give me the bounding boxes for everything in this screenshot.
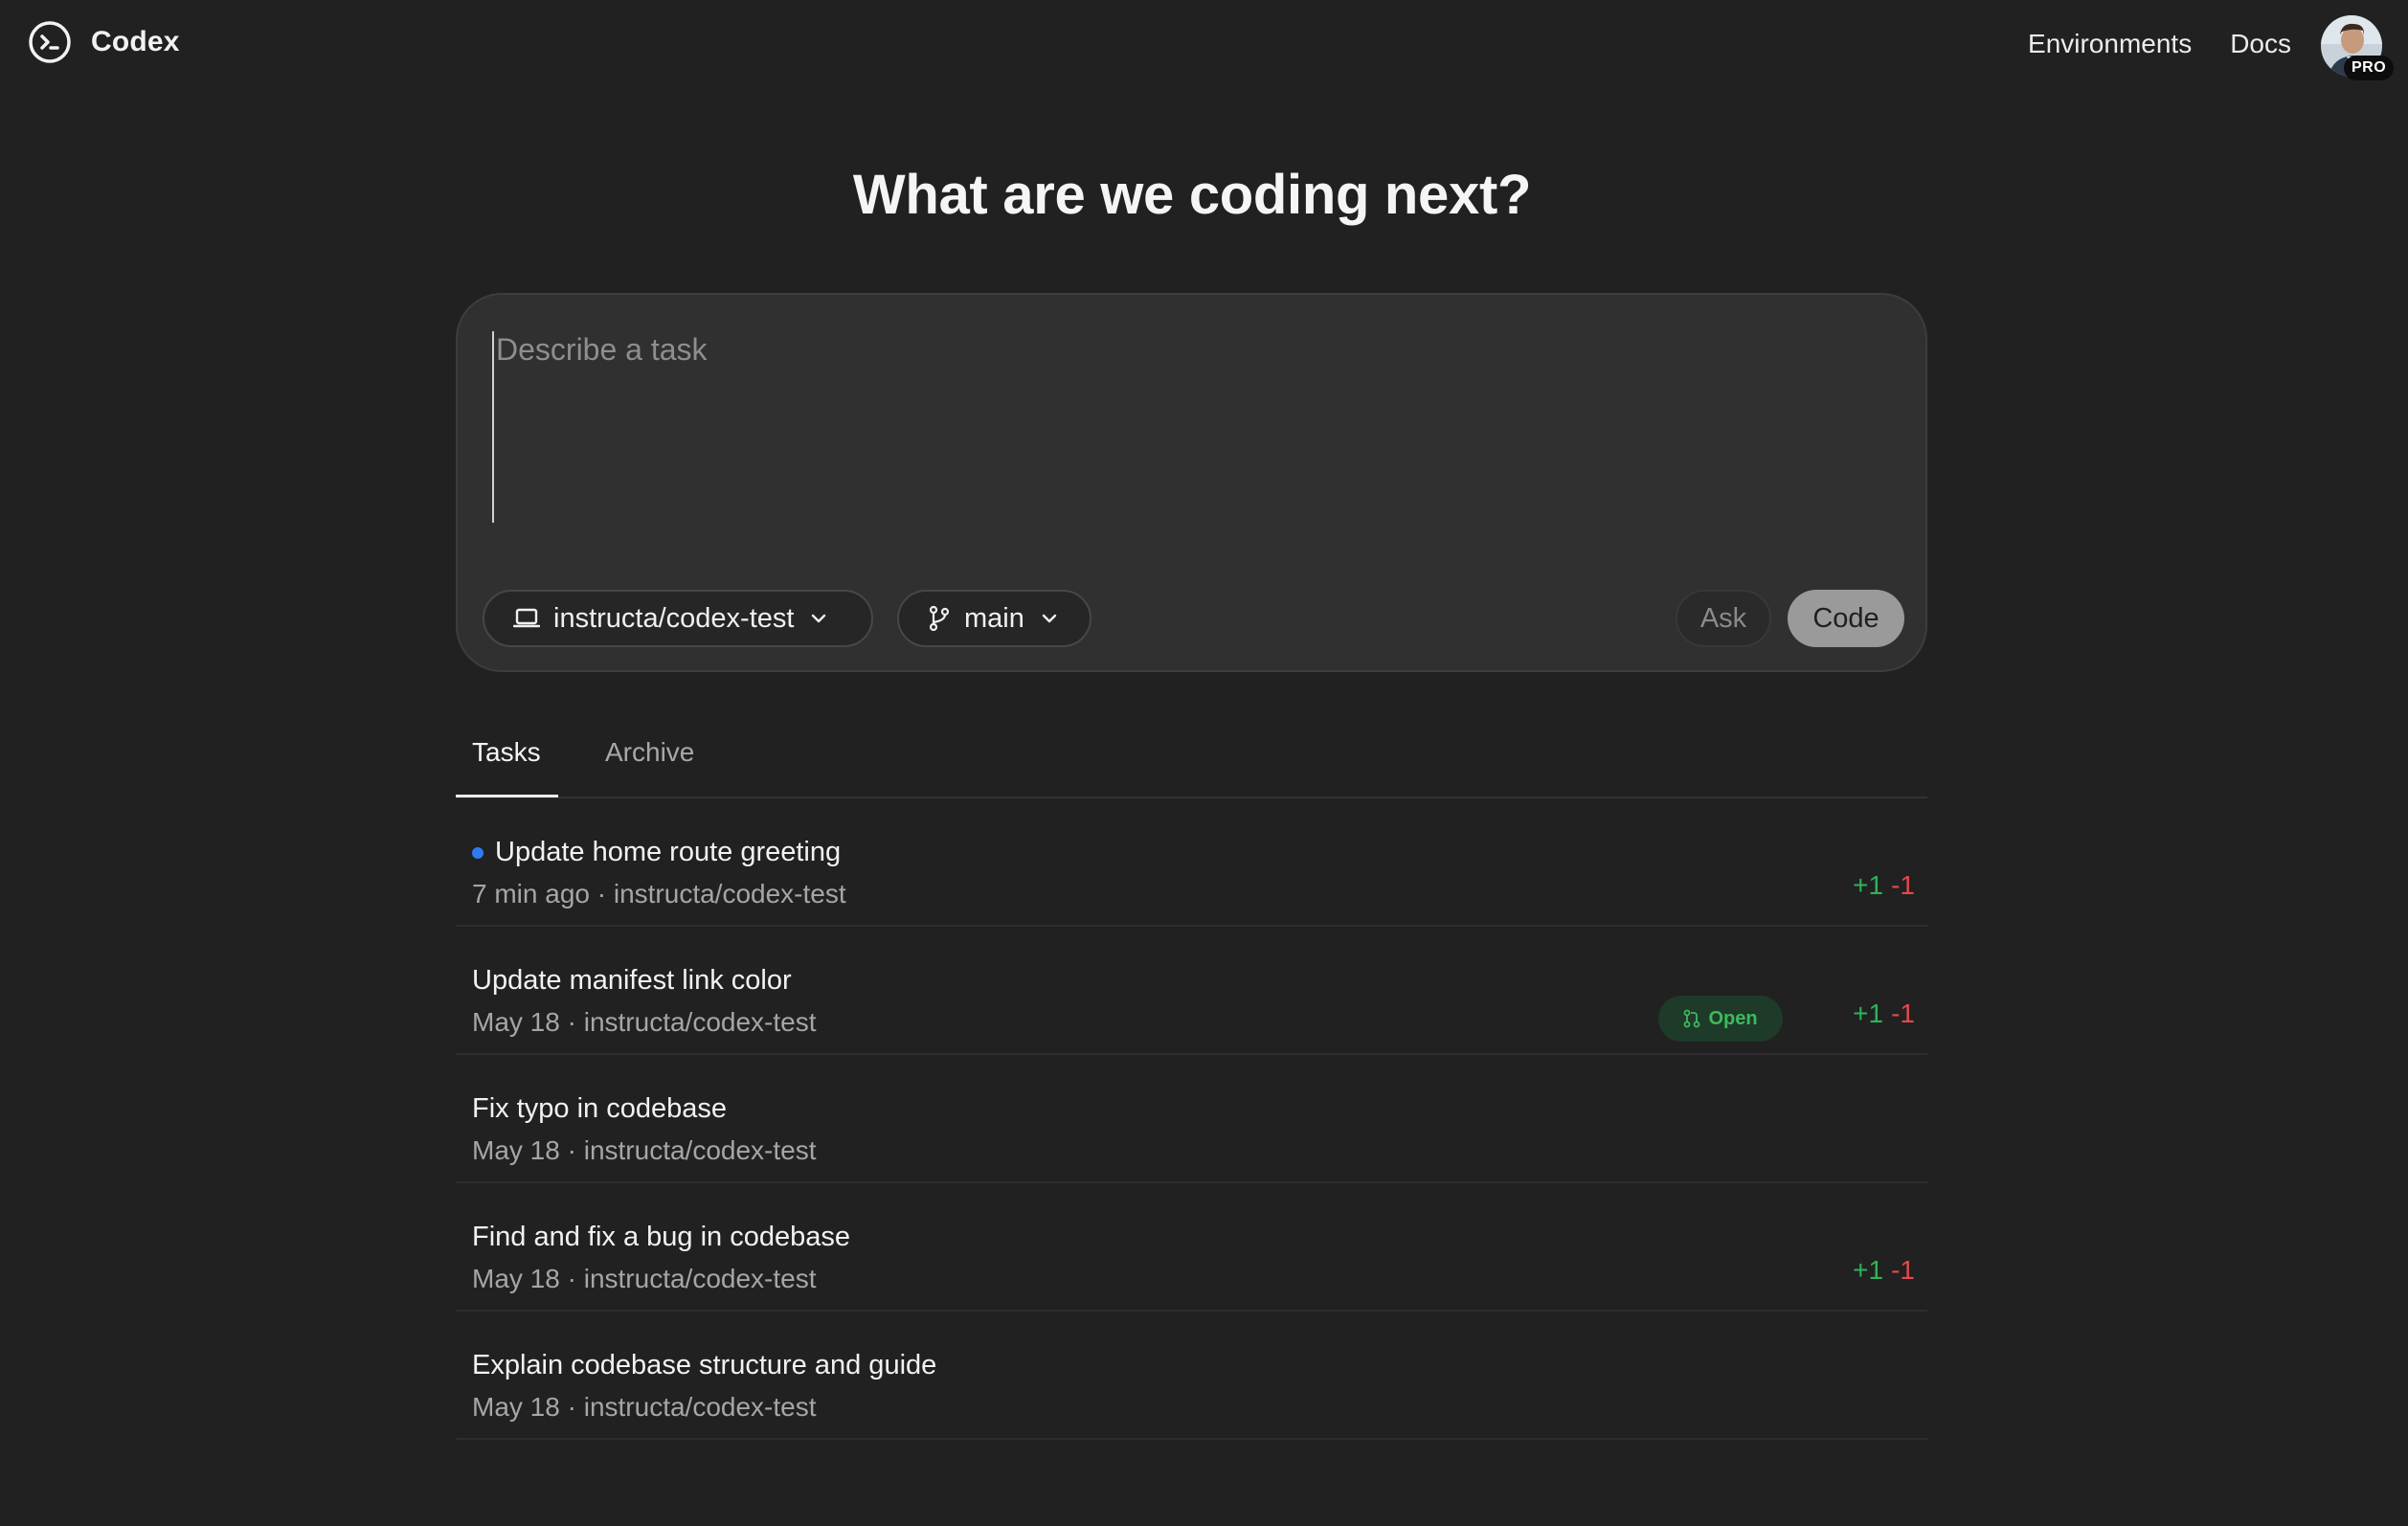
docs-link[interactable]: Docs xyxy=(2230,29,2291,59)
task-tabs: Tasks Archive xyxy=(456,718,1927,798)
task-title: Explain codebase structure and guide xyxy=(472,1350,937,1380)
logo[interactable]: Codex xyxy=(28,20,180,64)
task-time: May 18 xyxy=(472,1007,560,1037)
meta-separator: · xyxy=(589,879,614,909)
pr-status-badge[interactable]: Open xyxy=(1658,996,1783,1042)
task-title: Update home route greeting xyxy=(495,837,842,867)
deletions-count: -1 xyxy=(1891,999,1915,1028)
meta-separator: · xyxy=(559,1007,584,1037)
top-bar: Codex Environments Docs PRO xyxy=(0,0,2408,88)
task-time: May 18 xyxy=(472,1264,560,1293)
tab-tasks[interactable]: Tasks xyxy=(472,737,541,768)
meta-separator: · xyxy=(559,1392,584,1422)
task-title: Fix typo in codebase xyxy=(472,1093,727,1124)
task-row[interactable]: Update manifest link color May 18 · inst… xyxy=(456,927,1927,1055)
chevron-down-icon xyxy=(809,612,828,625)
branch-selector[interactable]: main xyxy=(897,590,1091,647)
codex-logo-icon xyxy=(29,21,71,63)
active-tab-indicator xyxy=(456,795,558,797)
diff-stats: +1 -1 xyxy=(1853,999,1915,1029)
task-time: May 18 xyxy=(472,1392,560,1422)
task-repo: instructa/codex-test xyxy=(583,1264,817,1293)
diff-stats: +1 -1 xyxy=(1853,1255,1915,1286)
task-meta: May 18 · instructa/codex-test xyxy=(472,1264,817,1294)
pr-status-label: Open xyxy=(1708,1007,1758,1029)
additions-count: +1 xyxy=(1853,870,1884,900)
task-repo: instructa/codex-test xyxy=(583,1135,817,1165)
task-meta: May 18 · instructa/codex-test xyxy=(472,1392,817,1423)
task-title: Update manifest link color xyxy=(472,965,792,996)
task-meta: 7 min ago · instructa/codex-test xyxy=(472,879,846,909)
laptop-icon xyxy=(513,607,540,630)
top-nav: Environments Docs xyxy=(2028,29,2291,59)
ask-button[interactable]: Ask xyxy=(1676,590,1771,647)
chevron-down-icon xyxy=(1040,612,1059,625)
task-repo: instructa/codex-test xyxy=(583,1392,817,1422)
task-time: May 18 xyxy=(472,1135,560,1165)
task-title: Find and fix a bug in codebase xyxy=(472,1222,850,1252)
meta-separator: · xyxy=(559,1264,584,1293)
environments-link[interactable]: Environments xyxy=(2028,29,2192,59)
additions-count: +1 xyxy=(1853,999,1884,1028)
task-repo: instructa/codex-test xyxy=(583,1007,817,1037)
task-row[interactable]: Update home route greeting 7 min ago · i… xyxy=(456,798,1927,927)
meta-separator: · xyxy=(559,1135,584,1165)
task-row[interactable]: Find and fix a bug in codebase May 18 · … xyxy=(456,1183,1927,1312)
deletions-count: -1 xyxy=(1891,870,1915,900)
code-button[interactable]: Code xyxy=(1788,590,1904,647)
task-list: Update home route greeting 7 min ago · i… xyxy=(456,798,1927,1440)
diff-stats: +1 -1 xyxy=(1853,870,1915,901)
branch-label: main xyxy=(964,602,1024,634)
task-composer: instructa/codex-test main Ask Code xyxy=(456,293,1927,672)
repo-selector[interactable]: instructa/codex-test xyxy=(483,590,873,647)
task-row[interactable]: Fix typo in codebase May 18 · instructa/… xyxy=(456,1055,1927,1183)
additions-count: +1 xyxy=(1853,1255,1884,1285)
pull-request-icon xyxy=(1684,1009,1700,1028)
app-name: Codex xyxy=(91,26,180,57)
task-input[interactable] xyxy=(492,331,1890,523)
task-meta: May 18 · instructa/codex-test xyxy=(472,1135,817,1166)
page-title: What are we coding next? xyxy=(852,164,1532,226)
task-row[interactable]: Explain codebase structure and guide May… xyxy=(456,1312,1927,1440)
plan-badge: PRO xyxy=(2344,56,2395,80)
tab-archive[interactable]: Archive xyxy=(605,737,694,768)
git-branch-icon xyxy=(928,605,951,632)
task-repo: instructa/codex-test xyxy=(613,879,846,909)
repo-label: instructa/codex-test xyxy=(553,602,795,634)
task-meta: May 18 · instructa/codex-test xyxy=(472,1007,817,1038)
unread-dot-icon xyxy=(472,847,484,859)
deletions-count: -1 xyxy=(1891,1255,1915,1285)
task-time: 7 min ago xyxy=(472,879,590,909)
